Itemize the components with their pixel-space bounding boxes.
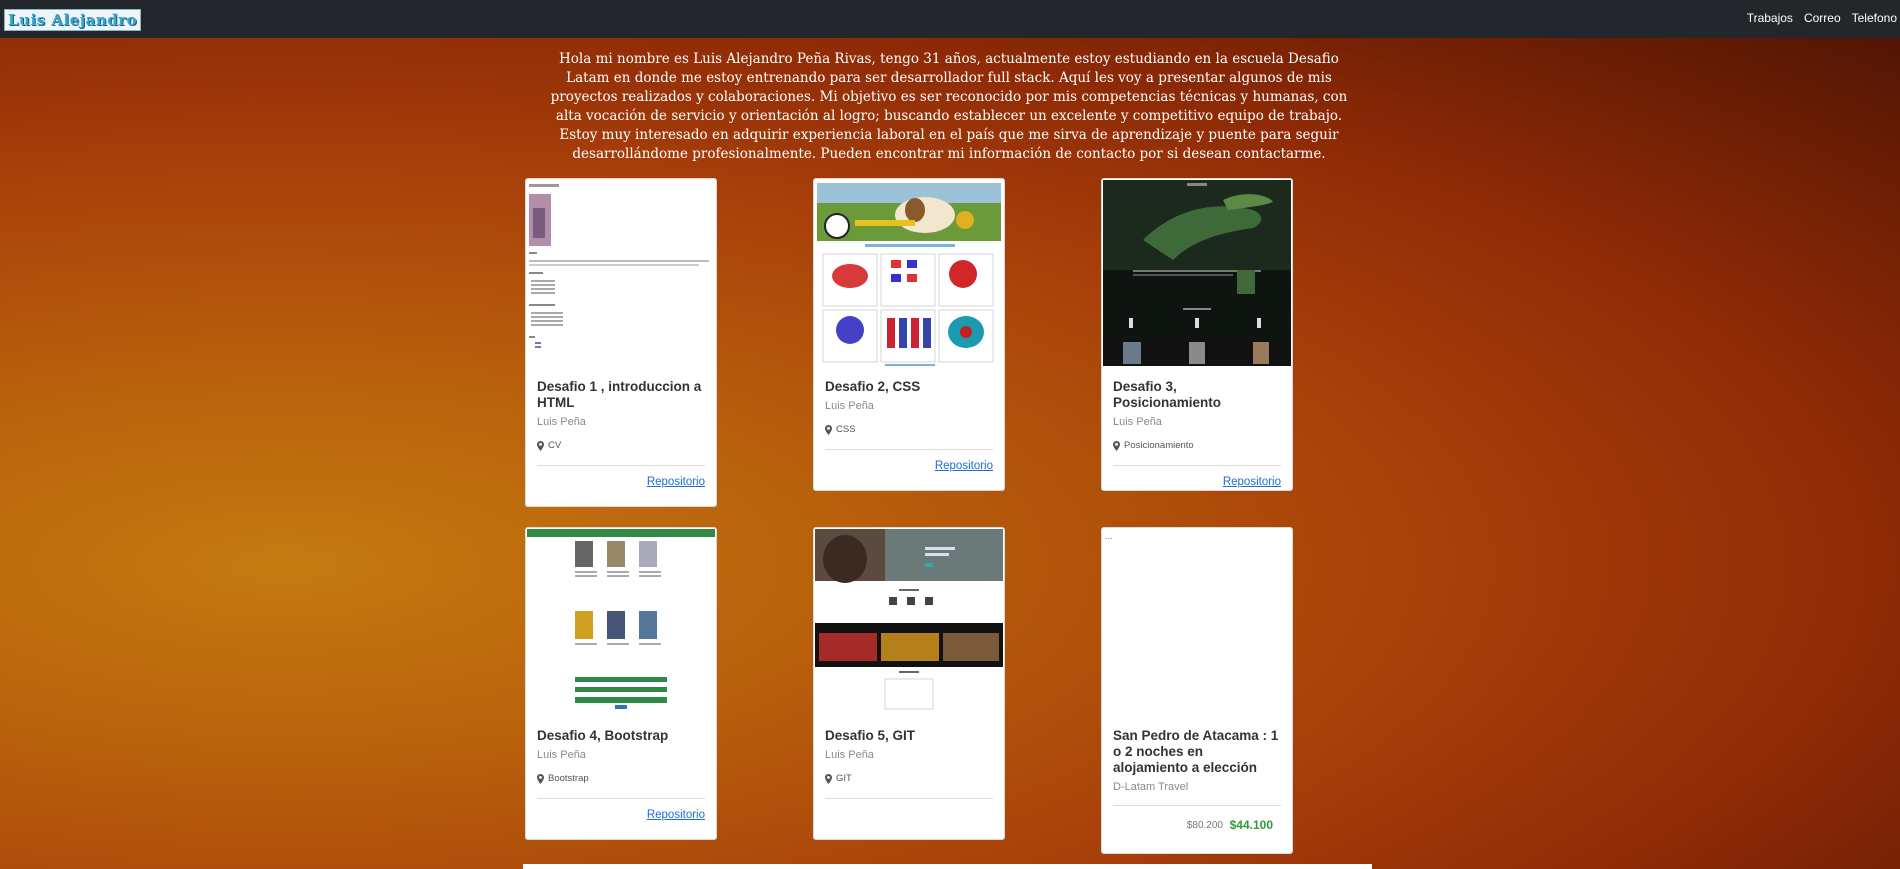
card-author-4: Luis Peña — [537, 749, 586, 761]
card-tag-row-1: CV — [537, 440, 705, 451]
nav-link-trabajos[interactable]: Trabajos — [1747, 11, 1793, 25]
card-thumbnail-5 — [815, 529, 1003, 715]
card-footer-3: Repositorio — [1113, 465, 1281, 504]
card-tag-row-3: Posicionamiento — [1113, 440, 1281, 451]
card-title-4: Desafio 4, Bootstrap — [537, 728, 669, 743]
card-tag-4: Bootstrap — [548, 773, 589, 784]
repository-link-3[interactable]: Repositorio — [1223, 476, 1281, 488]
intro-paragraph: Hola mi nombre es Luis Alejandro Peña Ri… — [550, 51, 1348, 162]
map-marker-icon — [825, 773, 832, 784]
repository-link-1[interactable]: Repositorio — [647, 476, 705, 488]
card-thumbnail-6: ... — [1103, 529, 1291, 715]
nav-links: Trabajos Correo Telefono — [1747, 11, 1897, 25]
card-title-2: Desafio 2, CSS — [825, 379, 921, 394]
map-marker-icon — [537, 773, 544, 784]
card-author-2: Luis Peña — [825, 400, 874, 412]
card-footer-4: Repositorio — [537, 798, 705, 837]
project-card-4: Desafio 4, Bootstrap Luis Peña Bootstrap… — [525, 527, 717, 840]
card-thumbnail-4 — [527, 529, 715, 715]
card-tag-3: Posicionamiento — [1124, 440, 1194, 451]
discount-price: $44.100 — [1229, 818, 1273, 832]
brand-logo[interactable]: Luis Alejandro — [4, 9, 142, 31]
map-marker-icon — [537, 440, 544, 451]
card-author-3: Luis Peña — [1113, 416, 1162, 428]
project-card-1: Desafio 1 , introduccion a HTML Luis Peñ… — [525, 178, 717, 507]
deal-card: ... San Pedro de Atacama : 1 o 2 noches … — [1101, 527, 1293, 854]
card-footer-6: $80.200 $44.100 — [1113, 805, 1281, 844]
repository-link-2[interactable]: Repositorio — [935, 460, 993, 472]
card-thumbnail-3 — [1103, 180, 1291, 366]
card-tag-2: CSS — [836, 424, 856, 435]
card-author-5: Luis Peña — [825, 749, 874, 761]
navbar: Luis Alejandro Trabajos Correo Telefono — [0, 0, 1900, 38]
card-footer-2: Repositorio — [825, 449, 993, 488]
footer-edge — [523, 864, 1372, 869]
map-marker-icon — [1113, 440, 1120, 451]
original-price: $80.200 — [1186, 820, 1223, 831]
card-thumbnail-2 — [815, 180, 1003, 366]
card-title-5: Desafio 5, GIT — [825, 728, 916, 743]
card-vendor-6: D-Latam Travel — [1113, 781, 1189, 793]
nav-link-telefono[interactable]: Telefono — [1852, 11, 1897, 25]
repository-link-4[interactable]: Repositorio — [647, 809, 705, 821]
map-marker-icon — [825, 424, 832, 435]
card-tag-row-4: Bootstrap — [537, 773, 705, 784]
card-author-1: Luis Peña — [537, 416, 586, 428]
card-tag-row-2: CSS — [825, 424, 993, 435]
broken-image-placeholder: ... — [1105, 531, 1113, 541]
project-card-3: Desafio 3, Posicionamiento Luis Peña Pos… — [1101, 178, 1293, 491]
card-tag-5: GIT — [836, 773, 852, 784]
card-footer-5 — [825, 798, 993, 837]
card-title-6: San Pedro de Atacama : 1 o 2 noches en a… — [1113, 728, 1279, 775]
card-title-3: Desafio 3, Posicionamiento — [1113, 379, 1222, 410]
project-card-2: Desafio 2, CSS Luis Peña CSS Repositorio — [813, 178, 1005, 491]
card-thumbnail-1 — [527, 180, 715, 366]
card-tag-row-5: GIT — [825, 773, 993, 784]
card-tag-1: CV — [548, 440, 562, 451]
card-title-1: Desafio 1 , introduccion a HTML — [537, 379, 702, 410]
card-footer-1: Repositorio — [537, 465, 705, 504]
project-card-5: Desafio 5, GIT Luis Peña GIT — [813, 527, 1005, 840]
nav-link-correo[interactable]: Correo — [1804, 11, 1841, 25]
